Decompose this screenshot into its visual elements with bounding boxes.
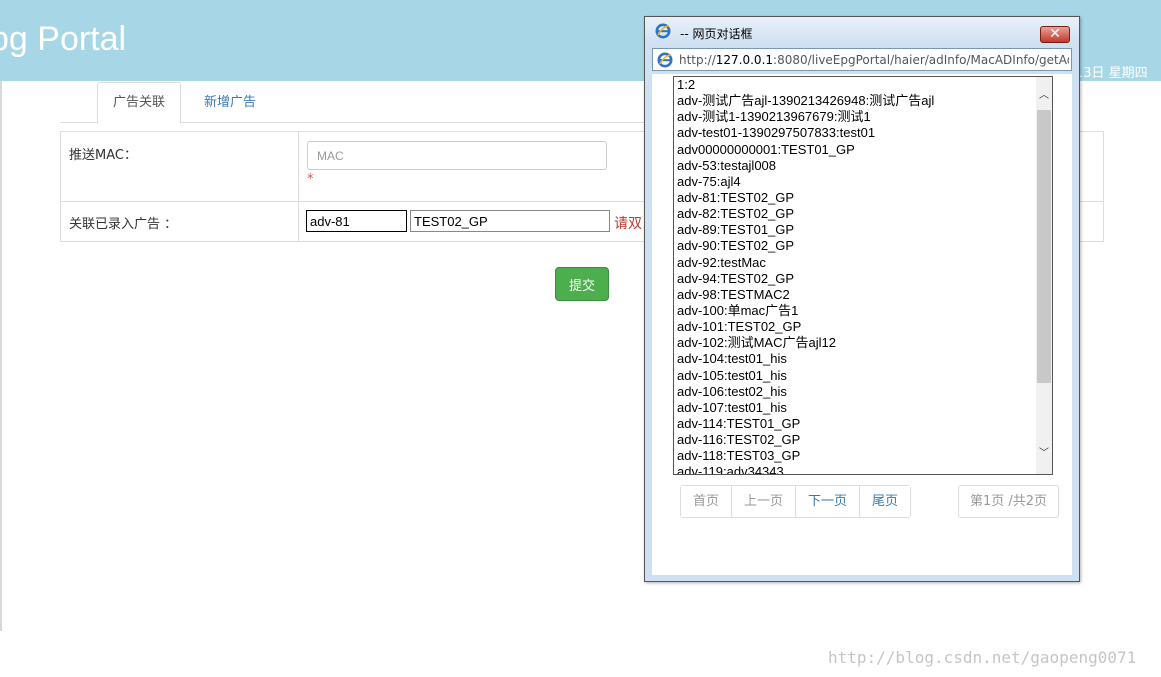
tab-ad-association[interactable]: 广告关联 bbox=[97, 82, 182, 124]
list-item[interactable]: adv-107:test01_his bbox=[674, 400, 1036, 416]
list-item[interactable]: adv-100:单mac广告1 bbox=[674, 303, 1036, 319]
tab-bar: 广告关联 新增广告 bbox=[60, 81, 660, 124]
list-item[interactable]: adv-75:ajl4 bbox=[674, 174, 1036, 190]
url-prefix: http:// bbox=[679, 53, 716, 67]
list-item[interactable]: adv-119:adv34343 bbox=[674, 464, 1036, 474]
list-item[interactable]: adv-105:test01_his bbox=[674, 368, 1036, 384]
list-item[interactable]: adv-test01-1390297507833:test01 bbox=[674, 125, 1036, 141]
ad-list-box[interactable]: 1:2 adv-测试广告ajl-1390213426948:测试广告ajl adv-… bbox=[673, 76, 1053, 475]
list-item[interactable]: adv-102:测试MAC广告ajl12 bbox=[674, 335, 1036, 351]
dialog-content: 1:2 adv-测试广告ajl-1390213426948:测试广告ajl adv-… bbox=[652, 74, 1072, 575]
dialog-titlebar[interactable]: -- 网页对话框 ✕ bbox=[645, 17, 1079, 45]
url-path: :8080/liveEpgPortal/haier/adInfo/MacADIn… bbox=[773, 53, 1069, 67]
list-item[interactable]: adv-89:TEST01_GP bbox=[674, 222, 1036, 238]
scroll-down-icon[interactable]: ﹀ bbox=[1036, 445, 1052, 462]
list-item[interactable]: adv-测试广告ajl-1390213426948:测试广告ajl bbox=[674, 93, 1036, 109]
pagination: 首页 上一页 下一页 尾页 bbox=[680, 485, 912, 518]
list-item[interactable]: adv-测试1-1390213967679:测试1 bbox=[674, 109, 1036, 125]
page-prev-button[interactable]: 上一页 bbox=[731, 486, 796, 517]
page-last-button[interactable]: 尾页 bbox=[859, 486, 911, 517]
ad-list: 1:2 adv-测试广告ajl-1390213426948:测试广告ajl adv-… bbox=[674, 77, 1036, 474]
list-item[interactable]: adv-104:test01_his bbox=[674, 351, 1036, 367]
ad-label: 关联已录入广告 ： bbox=[69, 217, 178, 232]
close-icon: ✕ bbox=[1049, 26, 1061, 42]
required-mark: * bbox=[307, 172, 314, 187]
list-item[interactable]: adv-53:testajl008 bbox=[674, 158, 1036, 174]
list-item[interactable]: adv-81:TEST02_GP bbox=[674, 190, 1036, 206]
list-item[interactable]: 1:2 bbox=[674, 77, 1036, 93]
tab-add-ad[interactable]: 新增广告 bbox=[188, 82, 272, 124]
header-date: 13日 星期四 bbox=[1075, 66, 1148, 81]
url-host: 127.0.0.1 bbox=[715, 53, 774, 67]
ad-id-field[interactable] bbox=[306, 210, 407, 232]
list-item[interactable]: adv-90:TEST02_GP bbox=[674, 238, 1036, 254]
list-item[interactable]: adv-98:TESTMAC2 bbox=[674, 287, 1036, 303]
list-item[interactable]: adv-92:testMac bbox=[674, 255, 1036, 271]
left-border bbox=[0, 81, 2, 631]
ad-name-field[interactable] bbox=[410, 210, 610, 232]
page-first-button[interactable]: 首页 bbox=[681, 486, 732, 517]
page-next-button[interactable]: 下一页 bbox=[795, 486, 860, 517]
list-item[interactable]: adv-114:TEST01_GP bbox=[674, 416, 1036, 432]
dialog-title: -- 网页对话框 bbox=[680, 27, 753, 41]
portal-title: pg Portal bbox=[0, 20, 127, 58]
list-item[interactable]: adv-94:TEST02_GP bbox=[674, 271, 1036, 287]
list-item[interactable]: adv-116:TEST02_GP bbox=[674, 432, 1036, 448]
address-bar[interactable]: http://127.0.0.1:8080/liveEpgPortal/haie… bbox=[652, 48, 1072, 71]
list-item[interactable]: adv-118:TEST03_GP bbox=[674, 448, 1036, 464]
page-info: 第1页 /共2页 bbox=[958, 485, 1060, 518]
scroll-up-icon[interactable]: ︿ bbox=[1036, 87, 1052, 104]
list-item[interactable]: adv-82:TEST02_GP bbox=[674, 206, 1036, 222]
ie-icon bbox=[655, 23, 671, 39]
column-divider bbox=[298, 132, 299, 241]
web-dialog: -- 网页对话框 ✕ http://127.0.0.1:8080/liveEpg… bbox=[644, 16, 1080, 582]
list-scrollbar[interactable]: ︿ ﹀ bbox=[1036, 77, 1052, 474]
address-url: http://127.0.0.1:8080/liveEpgPortal/haie… bbox=[679, 53, 1069, 67]
page-icon bbox=[657, 52, 673, 68]
list-item[interactable]: adv-106:test02_his bbox=[674, 384, 1036, 400]
close-button[interactable]: ✕ bbox=[1040, 26, 1070, 43]
submit-button[interactable]: 提交 bbox=[555, 267, 609, 301]
watermark: http://blog.csdn.net/gaopeng0071 bbox=[828, 648, 1137, 667]
list-item[interactable]: adv00000000001:TEST01_GP bbox=[674, 142, 1036, 158]
scroll-thumb[interactable] bbox=[1037, 110, 1051, 383]
list-item[interactable]: adv-101:TEST02_GP bbox=[674, 319, 1036, 335]
select-hint: 请双 bbox=[614, 216, 642, 232]
mac-input[interactable] bbox=[307, 141, 607, 170]
mac-label: 推送MAC： bbox=[69, 148, 137, 163]
